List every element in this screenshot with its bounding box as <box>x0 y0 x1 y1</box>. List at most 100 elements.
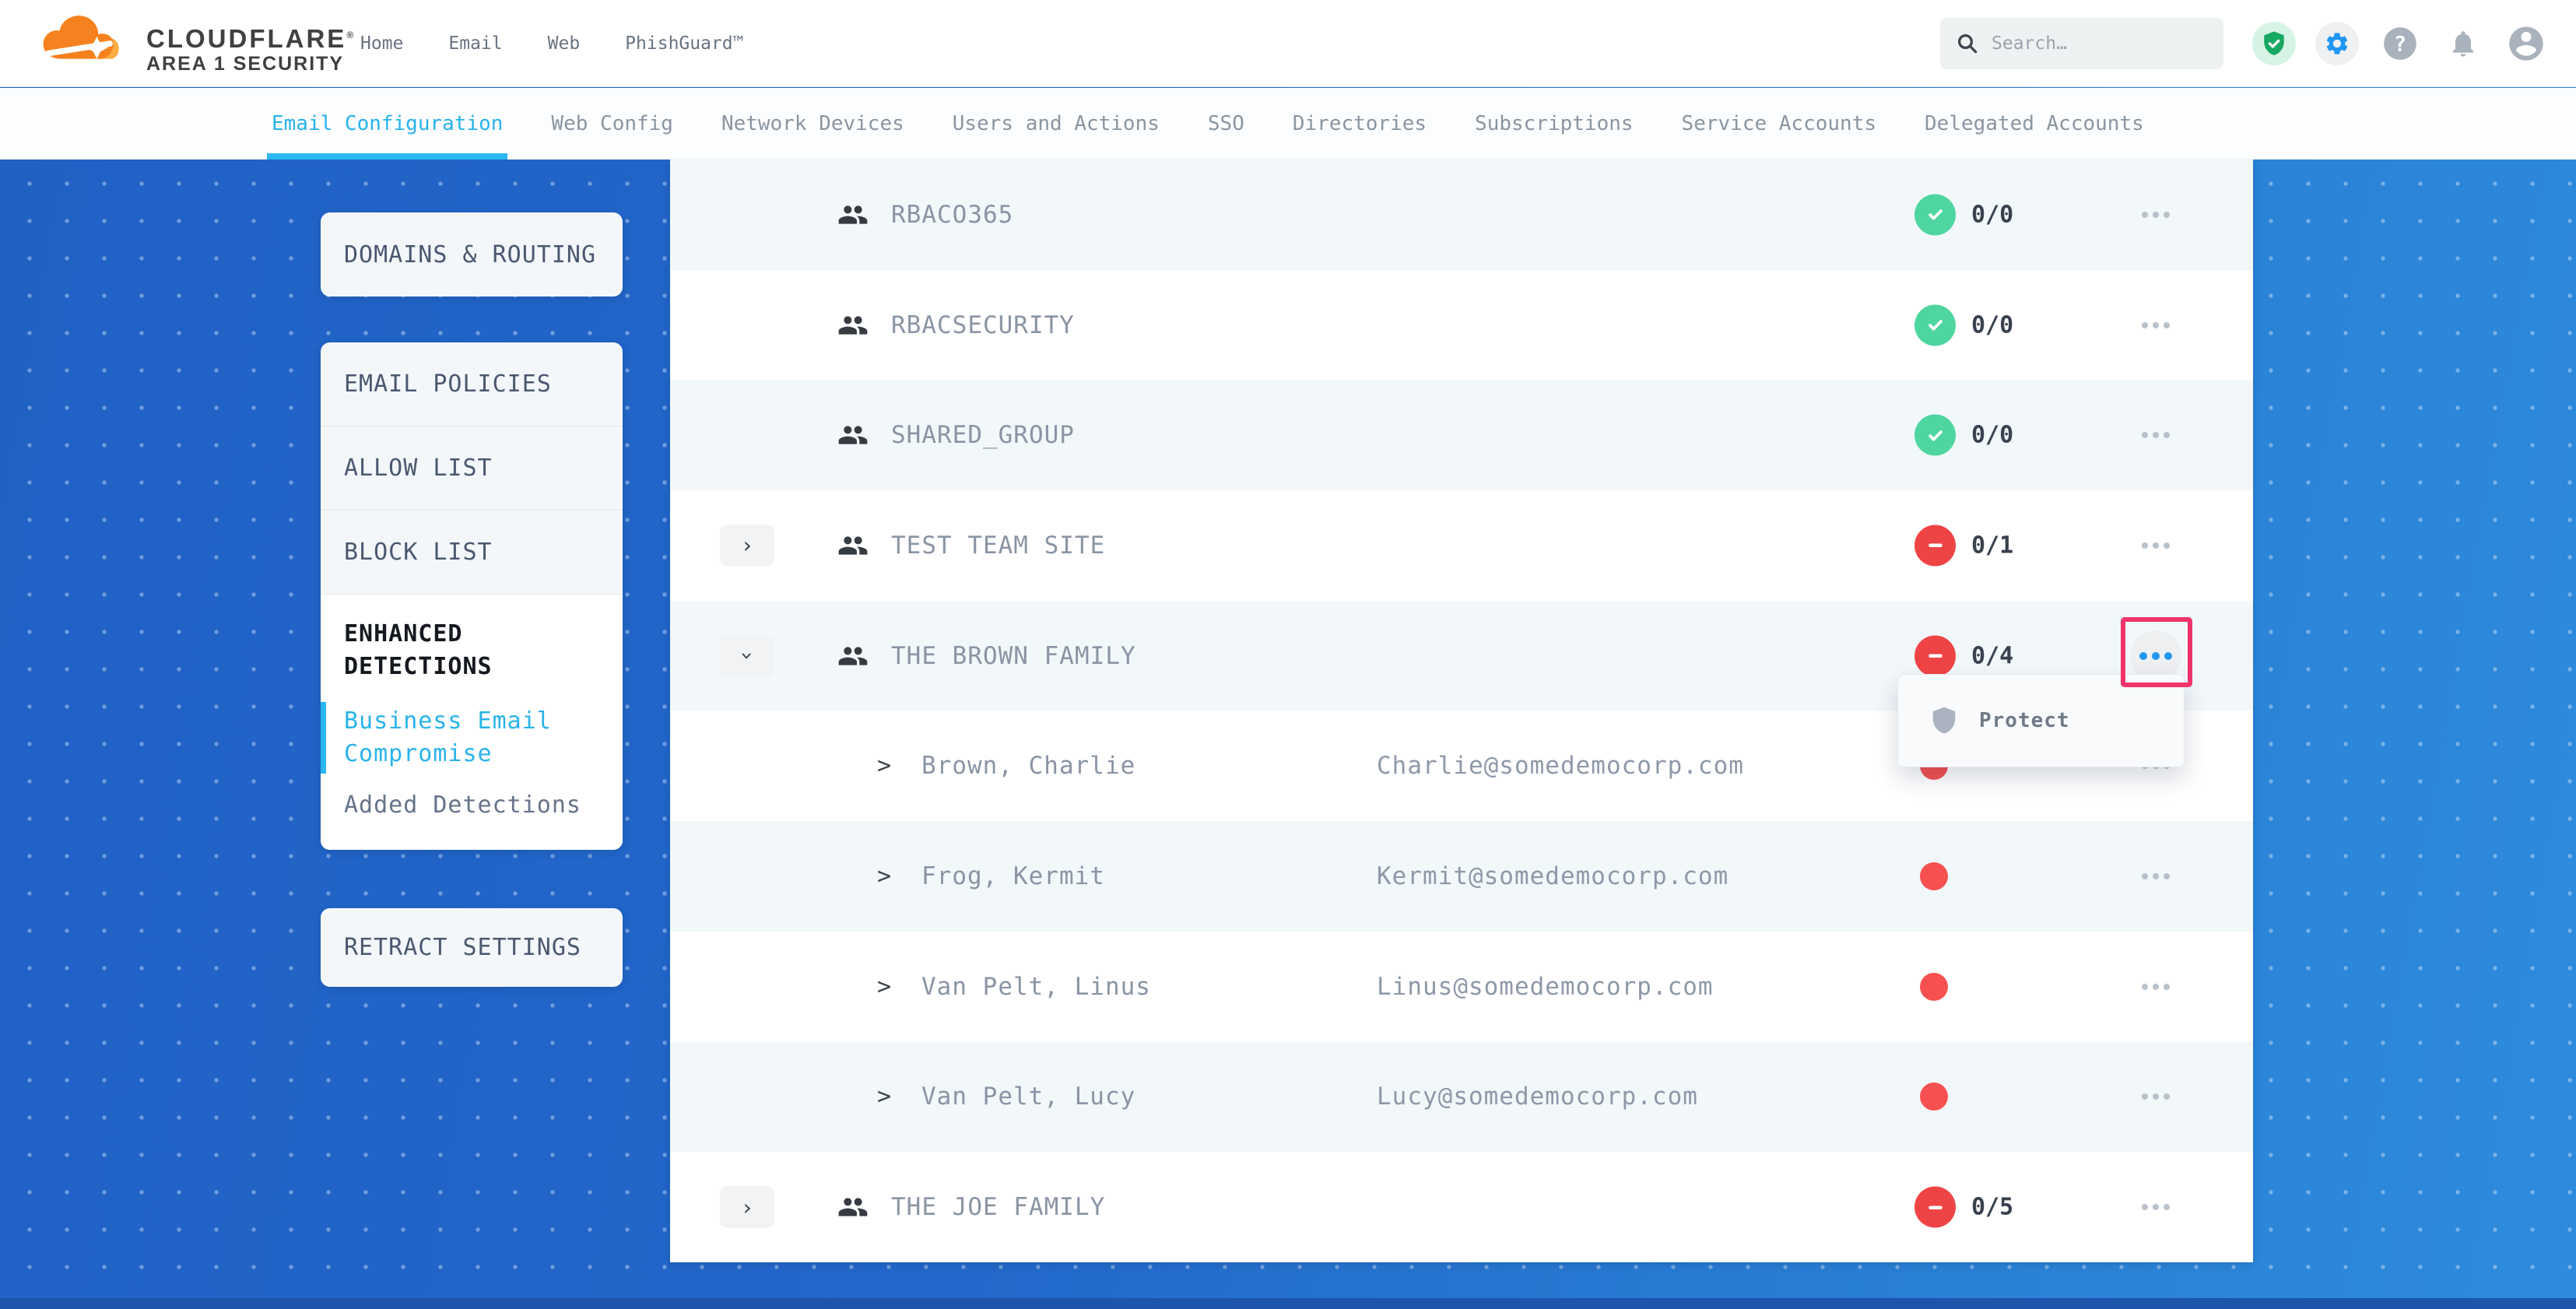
top-bar: CLOUDFLARE® AREA 1 SECURITY Home Email Web… <box>0 0 2576 87</box>
status-badge-check <box>1914 304 1956 346</box>
dot-icon <box>2153 1204 2159 1210</box>
tab-service-accounts[interactable]: Service Accounts <box>1682 88 1876 160</box>
dot-icon <box>2142 984 2148 990</box>
dot-icon <box>2142 432 2148 438</box>
sidebar-item-business-email-compromise[interactable]: Business Email Compromise <box>344 705 599 770</box>
tab-email-configuration[interactable]: Email Configuration <box>272 88 503 160</box>
table-row: ›TEST TEAM SITE0/1 <box>670 490 2253 601</box>
dot-icon <box>2142 542 2148 549</box>
collapse-button[interactable]: › <box>720 635 774 677</box>
member-name: Van Pelt, Lucy <box>921 1083 1135 1111</box>
group-name: SHARED_GROUP <box>891 421 1075 449</box>
dot-icon <box>2164 1204 2170 1210</box>
member-chevron-icon: > <box>877 973 891 1000</box>
sidebar-item-block-list[interactable]: BLOCK LIST <box>321 511 623 595</box>
dot-icon <box>2164 873 2170 879</box>
search-input[interactable] <box>1992 33 2208 54</box>
brand-subtitle: AREA 1 SECURITY <box>146 52 356 75</box>
app-root: CLOUDFLARE® AREA 1 SECURITY Home Email Web… <box>0 0 2576 1309</box>
row-menu-button[interactable] <box>2132 853 2179 900</box>
unprotected-dot <box>1920 973 1948 1001</box>
group-icon <box>837 1191 869 1223</box>
table-row: >Van Pelt, LucyLucy@somedemocorp.com <box>670 1042 2253 1153</box>
dot-icon <box>2164 212 2170 218</box>
tab-directories[interactable]: Directories <box>1293 88 1427 160</box>
protected-count: 0/4 <box>1971 642 2013 669</box>
dot-icon <box>2164 984 2170 990</box>
expand-button[interactable]: › <box>720 1186 774 1228</box>
tab-bar: Email Configuration Web Config Network Dev… <box>0 88 2576 160</box>
dot-icon <box>2164 432 2170 438</box>
highlight-box <box>2121 617 2192 687</box>
table-row: ›THE JOE FAMILY0/5 <box>670 1152 2253 1262</box>
table-row: SHARED_GROUP 0/0 <box>670 380 2253 490</box>
nav-item-web[interactable]: Web <box>548 33 581 54</box>
group-name: THE JOE FAMILY <box>891 1193 1105 1221</box>
protect-menu: Protect <box>1897 674 2185 767</box>
dot-icon <box>2153 873 2159 879</box>
avatar-icon[interactable] <box>2504 22 2548 65</box>
tab-web-config[interactable]: Web Config <box>551 88 673 160</box>
dot-icon <box>2153 432 2159 438</box>
shield-check-icon[interactable] <box>2252 22 2296 65</box>
tab-users-and-actions[interactable]: Users and Actions <box>953 88 1160 160</box>
sidebar-item-domains-routing[interactable]: DOMAINS & ROUTING <box>321 212 623 297</box>
nav-item-phishguard[interactable]: PhishGuard™ <box>625 33 743 54</box>
chevron-down-icon: › <box>734 649 760 662</box>
sidebar-item-email-policies[interactable]: EMAIL POLICIES <box>321 342 623 426</box>
nav-item-home[interactable]: Home <box>360 33 403 54</box>
protected-count: 0/0 <box>1971 422 2013 449</box>
dot-icon <box>2142 212 2148 218</box>
member-email: Lucy@somedemocorp.com <box>1377 1083 1698 1111</box>
row-menu-button[interactable] <box>2132 522 2179 569</box>
sidebar-policies-card: EMAIL POLICIES ALLOW LIST BLOCK LIST ENH… <box>321 342 623 850</box>
sidebar-item-retract-settings[interactable]: RETRACT SETTINGS <box>321 908 623 987</box>
dot-icon <box>2142 322 2148 328</box>
row-menu-button[interactable] <box>2132 963 2179 1010</box>
header-icons: ? <box>2252 22 2548 65</box>
dot-icon <box>2142 1204 2148 1210</box>
sidebar-item-allow-list[interactable]: ALLOW LIST <box>321 426 623 511</box>
dot-icon <box>2153 322 2159 328</box>
dot-icon <box>2142 1093 2148 1100</box>
group-icon <box>837 530 869 561</box>
status-badge-check <box>1914 415 1956 456</box>
enhanced-detections-title: ENHANCED DETECTIONS <box>344 618 599 683</box>
group-name: RBACSECURITY <box>891 311 1075 339</box>
help-icon[interactable]: ? <box>2378 22 2422 65</box>
sidebar-section-enhanced-detections: ENHANCED DETECTIONS Business Email Compr… <box>321 595 623 850</box>
row-menu-button[interactable] <box>2132 1184 2179 1230</box>
cloudflare-cloud-icon <box>40 11 135 62</box>
chevron-right-icon: › <box>741 532 754 558</box>
status-badge-check <box>1914 194 1956 235</box>
sidebar-item-label: ALLOW LIST <box>344 454 493 482</box>
row-menu-button[interactable] <box>2132 191 2179 238</box>
tab-subscriptions[interactable]: Subscriptions <box>1475 88 1634 160</box>
group-name: RBACO365 <box>891 201 1013 229</box>
protected-count: 0/0 <box>1971 201 2013 228</box>
search-icon <box>1956 32 1979 55</box>
dot-icon <box>2153 212 2159 218</box>
expand-button[interactable]: › <box>720 525 774 567</box>
brand-name: CLOUDFLARE <box>146 24 346 53</box>
row-menu-button[interactable] <box>2132 1073 2179 1120</box>
protected-count: 0/0 <box>1971 311 2013 339</box>
menu-item-protect[interactable]: Protect <box>1979 709 2070 732</box>
tab-network-devices[interactable]: Network Devices <box>721 88 904 160</box>
tab-delegated-accounts[interactable]: Delegated Accounts <box>1925 88 2144 160</box>
gear-icon[interactable] <box>2315 22 2359 65</box>
sidebar-item-label: DOMAINS & ROUTING <box>344 241 596 268</box>
tab-sso[interactable]: SSO <box>1208 88 1244 160</box>
row-menu-button[interactable] <box>2132 412 2179 458</box>
group-icon <box>837 419 869 451</box>
unprotected-dot <box>1920 862 1948 890</box>
bell-icon[interactable] <box>2441 22 2485 65</box>
member-email: Kermit@somedemocorp.com <box>1377 862 1728 890</box>
row-menu-button[interactable] <box>2132 302 2179 349</box>
cloudflare-logo: CLOUDFLARE® AREA 1 SECURITY <box>40 5 356 75</box>
svg-text:?: ? <box>2394 33 2406 57</box>
group-icon <box>837 640 869 672</box>
sidebar-item-added-detections[interactable]: Added Detections <box>344 789 599 822</box>
status-badge-minus <box>1914 525 1956 566</box>
nav-item-email[interactable]: Email <box>448 33 502 54</box>
